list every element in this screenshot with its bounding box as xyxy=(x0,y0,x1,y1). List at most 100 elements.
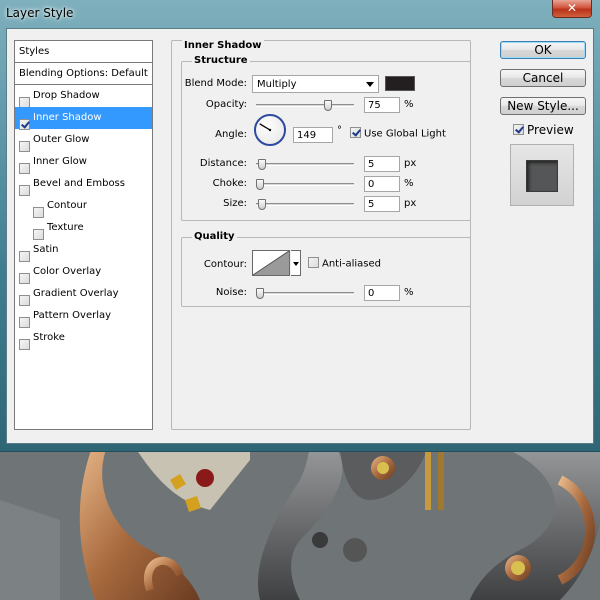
style-item-pattern-overlay[interactable]: Pattern Overlay xyxy=(15,305,152,328)
checkbox-icon[interactable] xyxy=(19,96,30,108)
window-title: Layer Style xyxy=(6,6,74,20)
style-item-contour[interactable]: Contour xyxy=(15,195,152,218)
style-item-label: Drop Shadow xyxy=(33,90,100,101)
style-item-outer-glow[interactable]: Outer Glow xyxy=(15,129,152,152)
style-item-label: Inner Shadow xyxy=(33,112,102,123)
style-item-inner-glow[interactable]: Inner Glow xyxy=(15,151,152,174)
noise-label: Noise: xyxy=(215,287,247,298)
use-global-light-check-icon[interactable] xyxy=(350,127,361,138)
anti-aliased-label: Anti-aliased xyxy=(322,258,382,270)
preview-label: Preview xyxy=(527,123,574,137)
structure-title: Structure xyxy=(192,55,250,66)
size-slider[interactable] xyxy=(256,199,354,210)
choke-slider[interactable] xyxy=(256,179,354,190)
title-bar[interactable]: Layer Style ✕ xyxy=(0,0,600,26)
angle-input[interactable]: 149 xyxy=(293,127,333,143)
checkbox-icon[interactable] xyxy=(19,250,30,262)
style-item-inner-shadow[interactable]: Inner Shadow xyxy=(15,107,152,130)
opacity-slider-thumb[interactable] xyxy=(323,100,332,111)
use-global-light-checkbox[interactable]: Use Global Light xyxy=(350,127,446,140)
choke-label: Choke: xyxy=(212,178,247,189)
checkbox-icon[interactable] xyxy=(33,206,44,218)
checkbox-icon[interactable] xyxy=(19,294,30,306)
choke-input[interactable]: 0 xyxy=(364,176,400,192)
checkbox-icon[interactable] xyxy=(19,338,30,350)
distance-label: Distance: xyxy=(199,158,247,169)
angle-indicator-icon xyxy=(259,123,272,132)
contour-label: Contour: xyxy=(203,259,247,270)
choke-slider-thumb[interactable] xyxy=(256,179,264,190)
style-item-gradient-overlay[interactable]: Gradient Overlay xyxy=(15,283,152,306)
noise-slider[interactable] xyxy=(256,288,354,299)
style-item-color-overlay[interactable]: Color Overlay xyxy=(15,261,152,284)
style-item-label: Blending Options: Default xyxy=(19,68,148,79)
distance-slider-thumb[interactable] xyxy=(257,159,266,170)
preview-check-icon[interactable] xyxy=(513,124,524,135)
noise-slider-thumb[interactable] xyxy=(256,288,264,299)
chevron-down-icon xyxy=(366,82,374,87)
inner-shadow-options: Inner Shadow Structure Blend Mode: Multi… xyxy=(171,40,471,430)
opacity-unit: % xyxy=(404,99,414,110)
checkbox-icon[interactable] xyxy=(19,140,30,152)
distance-slider[interactable] xyxy=(256,159,354,170)
blend-mode-dropdown[interactable]: Multiply xyxy=(252,75,379,93)
use-global-light-label: Use Global Light xyxy=(364,128,446,140)
size-slider-thumb[interactable] xyxy=(257,199,266,210)
quality-title: Quality xyxy=(192,231,237,242)
style-item-label: Stroke xyxy=(33,332,65,343)
cancel-button[interactable]: Cancel xyxy=(500,69,586,87)
style-item-satin[interactable]: Satin xyxy=(15,239,152,262)
choke-unit: % xyxy=(404,178,414,189)
ok-button[interactable]: OK xyxy=(500,41,586,59)
quality-group: Quality Contour: Anti-aliased Noise: 0 % xyxy=(181,231,471,307)
size-input[interactable]: 5 xyxy=(364,196,400,212)
angle-dial[interactable] xyxy=(254,114,286,146)
style-item-label: Texture xyxy=(47,222,84,233)
new-style-button[interactable]: New Style... xyxy=(500,97,586,115)
anti-aliased-checkbox[interactable]: Anti-aliased xyxy=(308,257,382,270)
size-unit: px xyxy=(404,198,417,209)
style-item-label: Contour xyxy=(47,200,87,211)
blend-mode-label: Blend Mode: xyxy=(184,78,247,89)
opacity-input[interactable]: 75 xyxy=(364,97,400,113)
styles-items: Blending Options: Default Drop Shadow Inne… xyxy=(15,63,152,350)
contour-dropdown-button[interactable] xyxy=(291,250,301,276)
inner-shadow-title: Inner Shadow xyxy=(182,40,264,51)
dialog-client-area: Styles Blending Options: Default Drop Sha… xyxy=(6,28,594,444)
style-item-blending-options-default[interactable]: Blending Options: Default xyxy=(15,63,152,85)
style-item-label: Bevel and Emboss xyxy=(33,178,125,189)
style-item-texture[interactable]: Texture xyxy=(15,217,152,240)
distance-unit: px xyxy=(404,158,417,169)
angle-label: Angle: xyxy=(215,129,247,140)
anti-aliased-check-icon[interactable] xyxy=(308,257,319,268)
style-item-label: Inner Glow xyxy=(33,156,87,167)
close-icon: ✕ xyxy=(566,1,578,15)
checkbox-icon[interactable] xyxy=(33,228,44,240)
blend-mode-value: Multiply xyxy=(257,79,297,90)
noise-unit: % xyxy=(404,287,414,298)
style-item-stroke[interactable]: Stroke xyxy=(15,327,152,350)
background-artwork xyxy=(0,440,600,600)
size-label: Size: xyxy=(223,198,247,209)
preview-checkbox[interactable]: Preview xyxy=(513,123,574,137)
style-item-label: Pattern Overlay xyxy=(33,310,112,321)
style-item-drop-shadow[interactable]: Drop Shadow xyxy=(15,85,152,108)
style-item-bevel-and-emboss[interactable]: Bevel and Emboss xyxy=(15,173,152,196)
styles-list: Styles Blending Options: Default Drop Sha… xyxy=(14,40,153,430)
angle-unit: ° xyxy=(337,125,342,136)
layer-style-dialog: Layer Style ✕ Styles Blending Options: D… xyxy=(0,0,600,452)
preview-swatch xyxy=(526,160,558,192)
close-button[interactable]: ✕ xyxy=(552,0,592,18)
contour-picker[interactable] xyxy=(252,250,290,276)
checkbox-icon[interactable] xyxy=(19,162,30,174)
shadow-color-swatch[interactable] xyxy=(385,76,415,91)
opacity-slider[interactable] xyxy=(256,100,354,111)
checkbox-icon[interactable] xyxy=(19,118,30,130)
clockwork-artwork xyxy=(0,440,600,600)
checkbox-icon[interactable] xyxy=(19,316,30,328)
distance-input[interactable]: 5 xyxy=(364,156,400,172)
noise-input[interactable]: 0 xyxy=(364,285,400,301)
checkbox-icon[interactable] xyxy=(19,272,30,284)
styles-header[interactable]: Styles xyxy=(15,41,152,63)
checkbox-icon[interactable] xyxy=(19,184,30,196)
